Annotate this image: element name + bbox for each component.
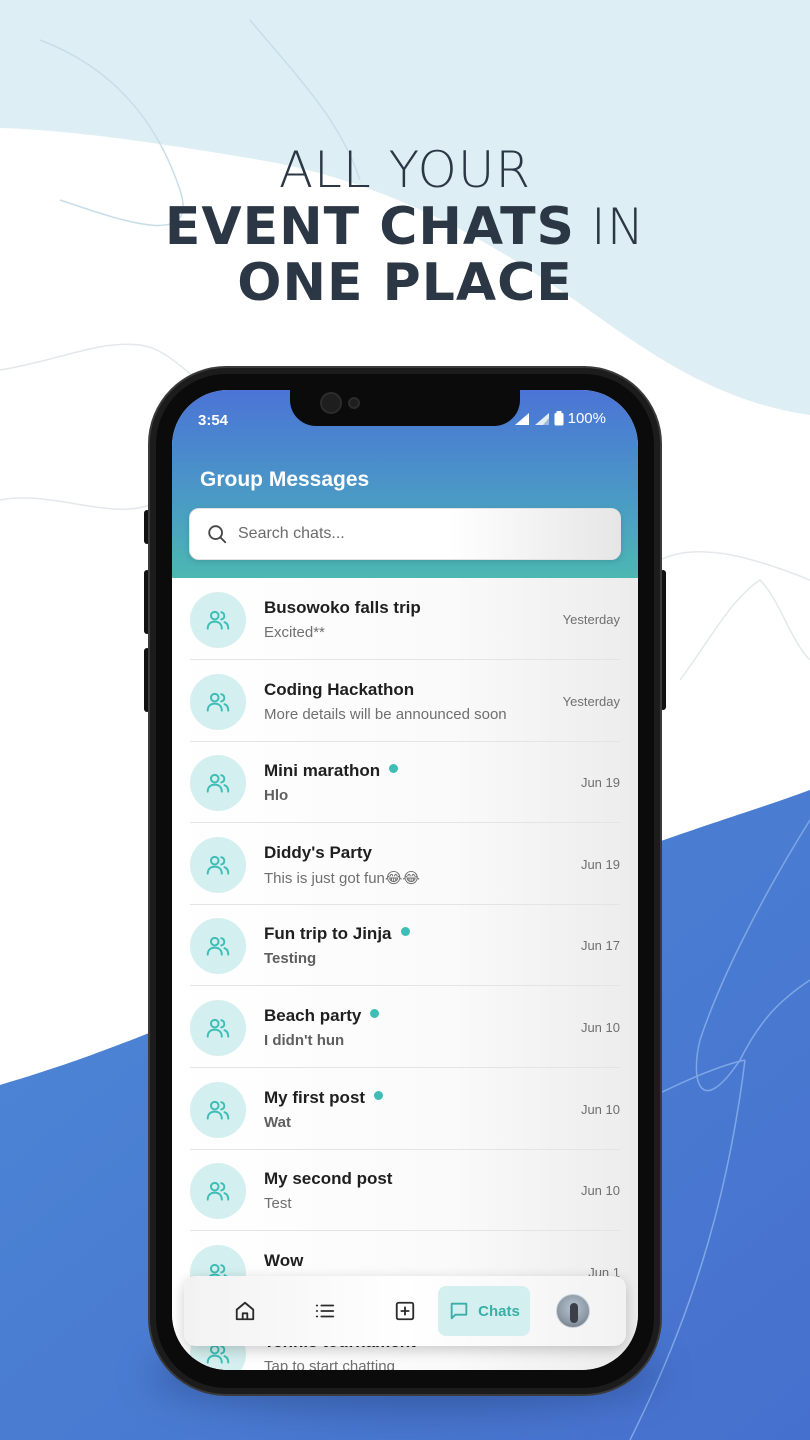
chat-preview: I didn't hun xyxy=(264,1032,345,1049)
group-icon xyxy=(206,1182,230,1201)
chat-preview: Test xyxy=(264,1195,292,1213)
status-icons: 100% xyxy=(514,410,606,427)
home-icon xyxy=(235,1301,255,1321)
search-bar[interactable] xyxy=(189,508,621,560)
signal-icon xyxy=(534,412,549,425)
nav-chats[interactable]: Chats xyxy=(438,1286,530,1336)
front-camera xyxy=(320,392,342,414)
chat-title: Coding Hackathon xyxy=(264,679,415,699)
group-avatar xyxy=(190,1000,246,1056)
group-avatar xyxy=(190,755,246,812)
chat-preview: More details will be announced soon xyxy=(264,705,507,723)
avatar xyxy=(556,1294,590,1328)
group-avatar xyxy=(190,836,246,893)
chat-date: Jun 19 xyxy=(580,775,620,791)
battery-level: 100% xyxy=(567,410,606,427)
chat-row[interactable]: Mini marathon Hlo Jun 19 xyxy=(190,741,620,824)
nav-home[interactable] xyxy=(220,1286,270,1336)
plus-square-icon xyxy=(395,1301,415,1321)
chat-date: Jun 10 xyxy=(580,1020,620,1035)
bottom-nav: Chats xyxy=(184,1276,626,1346)
group-icon xyxy=(206,692,230,712)
chat-date: Jun 10 xyxy=(580,1101,620,1117)
front-sensor xyxy=(348,397,360,409)
chat-title: My second post xyxy=(264,1169,393,1189)
chat-preview: Tap to start chatting xyxy=(264,1358,395,1370)
nav-list[interactable] xyxy=(300,1286,350,1336)
group-icon xyxy=(206,1018,230,1038)
chat-date: Yesterday xyxy=(562,693,620,709)
headline-line-2: EVENT CHATS IN xyxy=(0,198,810,255)
chat-bubble-icon xyxy=(450,1302,468,1320)
chat-date: Jun 17 xyxy=(580,938,620,954)
group-icon xyxy=(206,937,230,957)
chat-date: Yesterday xyxy=(562,612,620,627)
unread-dot xyxy=(370,1009,380,1018)
headline-line-1: ALL YOUR xyxy=(278,141,532,199)
group-avatar xyxy=(190,673,246,730)
group-icon xyxy=(206,855,230,875)
chat-row[interactable]: My second post Test Jun 10 xyxy=(190,1149,620,1232)
nav-add[interactable] xyxy=(380,1286,430,1336)
chat-row[interactable]: Fun trip to Jinja Testing Jun 17 xyxy=(190,904,620,987)
group-avatar xyxy=(190,592,246,648)
chat-date: Jun 10 xyxy=(580,1183,620,1199)
chat-title: Beach party xyxy=(264,1006,380,1026)
nav-profile[interactable] xyxy=(548,1286,598,1336)
headline-line-2-bold: EVENT CHATS xyxy=(164,197,576,257)
headline-line-2-thin: IN xyxy=(591,198,646,256)
chat-title: Fun trip to Jinja xyxy=(264,924,410,944)
search-icon xyxy=(208,525,227,544)
group-avatar xyxy=(190,1081,246,1138)
chat-row[interactable]: Beach party I didn't hun Jun 10 xyxy=(190,986,620,1068)
unread-dot xyxy=(374,1090,384,1100)
chat-preview: Excited** xyxy=(264,624,325,641)
chat-date: Jun 19 xyxy=(580,856,620,872)
headline: ALL YOUR EVENT CHATS IN ONE PLACE xyxy=(0,142,810,311)
page-title: Group Messages xyxy=(200,468,370,491)
chat-preview: Wat xyxy=(264,1113,291,1131)
chat-list[interactable]: Busowoko falls trip Excited** Yesterday Cod… xyxy=(172,578,638,1370)
chat-title: Mini marathon xyxy=(264,761,399,781)
search-input[interactable] xyxy=(238,525,598,543)
list-icon xyxy=(315,1304,335,1318)
chat-title: Diddy's Party xyxy=(264,842,372,862)
unread-dot xyxy=(389,764,399,774)
group-avatar xyxy=(190,918,246,975)
headline-line-3: ONE PLACE xyxy=(237,253,573,313)
chat-row[interactable]: My first post Wat Jun 10 xyxy=(190,1068,620,1150)
group-icon xyxy=(206,610,230,630)
chat-preview: Testing xyxy=(264,950,317,968)
chat-title: Wow xyxy=(264,1250,304,1270)
group-avatar xyxy=(190,1163,246,1220)
nav-chats-label: Chats xyxy=(478,1302,520,1320)
chat-title: Busowoko falls trip xyxy=(264,598,421,617)
chat-title: My first post xyxy=(264,1088,384,1108)
group-icon xyxy=(206,774,230,793)
phone-screen: 3:54 100% Group Messages Busowoko falls … xyxy=(172,390,638,1370)
unread-dot xyxy=(400,927,410,937)
battery-icon xyxy=(554,411,564,426)
chat-row[interactable]: Diddy's Party This is just got fun😂😂 Jun 1… xyxy=(190,823,620,905)
chat-preview: This is just got fun😂😂 xyxy=(264,869,420,887)
chat-preview: Hlo xyxy=(264,787,289,805)
status-time: 3:54 xyxy=(198,412,229,429)
phone-notch xyxy=(290,380,520,426)
group-icon xyxy=(206,1100,230,1120)
chat-row[interactable]: Coding Hackathon More details will be ann… xyxy=(190,660,620,742)
chat-row[interactable]: Busowoko falls trip Excited** Yesterday xyxy=(190,578,620,660)
